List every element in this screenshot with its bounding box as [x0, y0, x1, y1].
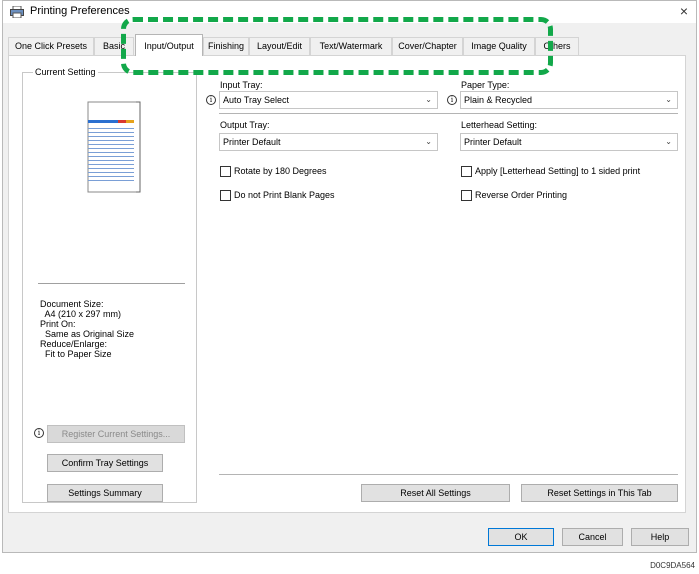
paper-type-label: Paper Type: — [461, 80, 510, 90]
tab-one-click-presets[interactable]: One Click Presets — [8, 37, 94, 55]
reset-settings-in-this-tab-button[interactable]: Reset Settings in This Tab — [521, 484, 678, 502]
do-not-print-blank-pages-checkbox[interactable] — [220, 190, 231, 201]
info-icon: i — [447, 95, 457, 105]
apply-letterhead-label: Apply [Letterhead Setting] to 1 sided pr… — [475, 166, 641, 176]
tab-highlight-annotation — [121, 17, 553, 75]
output-tray-value: Printer Default — [223, 137, 281, 147]
letterhead-setting-label: Letterhead Setting: — [461, 120, 538, 130]
output-tray-select[interactable]: Printer Default ⌄ — [219, 133, 438, 151]
rotate-180-label: Rotate by 180 Degrees — [234, 166, 327, 176]
info-line: Print On: — [40, 319, 76, 329]
window-title: Printing Preferences — [30, 5, 130, 17]
ok-button[interactable]: OK — [488, 528, 554, 546]
reverse-order-label: Reverse Order Printing — [475, 190, 568, 200]
info-line: Fit to Paper Size — [40, 349, 112, 359]
info-line: Same as Original Size — [40, 329, 135, 339]
bottom-divider — [219, 474, 678, 475]
paper-type-value: Plain & Recycled — [464, 95, 533, 105]
info-line: Reduce/Enlarge: — [40, 339, 108, 349]
close-icon[interactable]: × — [680, 3, 688, 19]
input-tray-label: Input Tray: — [220, 80, 263, 90]
info-line: Document Size: — [40, 299, 104, 309]
current-setting-separator — [38, 283, 185, 284]
figure-code: D0C9DA564 — [650, 561, 695, 570]
chevron-down-icon: ⌄ — [425, 137, 432, 146]
cancel-button[interactable]: Cancel — [562, 528, 623, 546]
paper-type-select[interactable]: Plain & Recycled ⌄ — [460, 91, 678, 109]
rotate-180-checkbox[interactable] — [220, 166, 231, 177]
current-setting-label: Current Setting — [33, 67, 98, 77]
chevron-down-icon: ⌄ — [665, 137, 672, 146]
printer-icon — [10, 6, 24, 18]
input-tray-select[interactable]: Auto Tray Select ⌄ — [219, 91, 438, 109]
settings-summary-button[interactable]: Settings Summary — [47, 484, 163, 502]
reverse-order-checkbox[interactable] — [461, 190, 472, 201]
letterhead-setting-value: Printer Default — [464, 137, 522, 147]
chevron-down-icon: ⌄ — [665, 95, 672, 104]
document-preview-icon — [87, 101, 141, 193]
confirm-tray-settings-button[interactable]: Confirm Tray Settings — [47, 454, 163, 472]
input-tray-value: Auto Tray Select — [223, 95, 290, 105]
help-button[interactable]: Help — [631, 528, 689, 546]
info-icon: i — [206, 95, 216, 105]
letterhead-setting-select[interactable]: Printer Default ⌄ — [460, 133, 678, 151]
info-line: A4 (210 x 297 mm) — [40, 309, 122, 319]
output-tray-label: Output Tray: — [220, 120, 270, 130]
chevron-down-icon: ⌄ — [425, 95, 432, 104]
section-divider — [219, 113, 678, 114]
info-icon: i — [34, 428, 44, 438]
do-not-print-blank-pages-label: Do not Print Blank Pages — [234, 190, 335, 200]
apply-letterhead-checkbox[interactable] — [461, 166, 472, 177]
register-current-settings-button[interactable]: Register Current Settings... — [47, 425, 185, 443]
reset-all-settings-button[interactable]: Reset All Settings — [361, 484, 510, 502]
